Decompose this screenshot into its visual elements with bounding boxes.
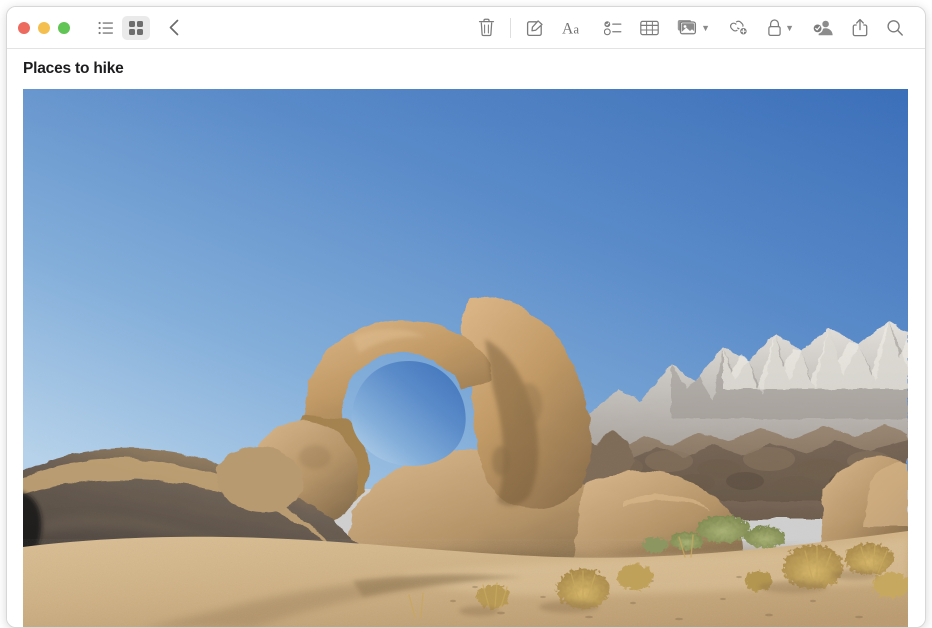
checklist-icon: [604, 20, 622, 36]
photo-image: [23, 89, 908, 628]
search-icon: [886, 19, 904, 37]
lock-icon: [767, 19, 782, 37]
person-check-icon: [812, 19, 834, 36]
note-title[interactable]: Places to hike: [23, 60, 124, 78]
view-mode-group: [92, 16, 188, 40]
format-button[interactable]: A a: [553, 15, 595, 41]
delete-note-button[interactable]: [469, 15, 504, 41]
note-content-area[interactable]: Places to hike: [7, 49, 925, 628]
notes-window: A a: [6, 6, 926, 628]
svg-text:a: a: [574, 22, 580, 36]
share-icon: [852, 18, 868, 37]
table-button[interactable]: [631, 15, 668, 41]
checklist-button[interactable]: [595, 15, 631, 41]
format-aa-icon: A a: [562, 19, 586, 37]
share-button[interactable]: [843, 15, 877, 41]
traffic-light-group: [7, 22, 70, 34]
minimize-window-button[interactable]: [38, 22, 50, 34]
chevron-down-icon: ▼: [701, 24, 710, 33]
window-toolbar: A a: [7, 7, 925, 49]
compose-note-button[interactable]: [517, 15, 553, 41]
add-link-button[interactable]: [719, 15, 758, 41]
gallery-view-button[interactable]: [122, 16, 150, 40]
compose-icon: [526, 19, 544, 37]
list-view-button[interactable]: [92, 16, 120, 40]
media-photos-icon: [677, 19, 698, 36]
svg-text:A: A: [562, 20, 574, 37]
toolbar-separator: [510, 18, 511, 38]
lock-note-button[interactable]: ▼: [758, 15, 803, 41]
table-icon: [640, 20, 659, 36]
trash-icon: [478, 18, 495, 37]
media-button[interactable]: ▼: [668, 15, 719, 41]
grid-view-icon: [128, 20, 144, 36]
chevron-down-icon: ▼: [785, 24, 794, 33]
list-view-icon: [98, 21, 114, 35]
chevron-left-icon: [168, 19, 181, 36]
link-add-icon: [728, 19, 749, 37]
zoom-window-button[interactable]: [58, 22, 70, 34]
collaborate-button[interactable]: [803, 15, 843, 41]
close-window-button[interactable]: [18, 22, 30, 34]
mobius-arch-alabama-hills-photo[interactable]: [23, 89, 908, 628]
back-button[interactable]: [160, 16, 188, 40]
search-button[interactable]: [877, 15, 913, 41]
toolbar-actions-group: A a: [469, 15, 925, 41]
